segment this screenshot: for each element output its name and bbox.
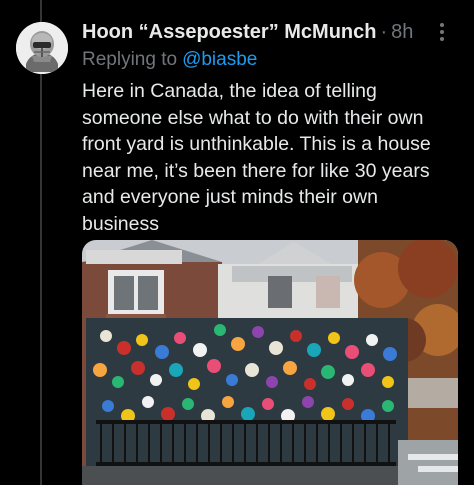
tweet-text-line: Here in Canada, the idea of telling: [82, 80, 377, 102]
author-display-name[interactable]: Hoon “Assepoester” McMunch: [82, 21, 376, 44]
tweet-text-line: near me, it’s been there for like 30 yea…: [82, 159, 430, 182]
tweet-photo[interactable]: [82, 240, 458, 485]
tweet-timestamp[interactable]: 8h: [391, 21, 413, 44]
replying-to: Replying to @biasbe: [82, 47, 257, 73]
tweet-text-line: and everyone just minds their own: [82, 186, 378, 208]
header-separator: ·: [380, 20, 388, 43]
reply-prefix: Replying to: [82, 49, 178, 70]
tweet-header: Hoon “Assepoester” McMunch · 8h: [82, 18, 456, 46]
house-photo-image: [82, 240, 458, 485]
more-vertical-icon: [440, 23, 444, 41]
more-options-button[interactable]: [430, 18, 454, 46]
helmet-avatar-icon: [16, 22, 68, 74]
tweet-text: Here in Canada, the idea of telling some…: [82, 78, 462, 237]
tweet-text-line: someone else what to do with their own: [82, 106, 424, 129]
author-avatar[interactable]: [16, 22, 68, 74]
tweet-text-line: business: [82, 212, 159, 235]
tweet-text-line: front yard is unthinkable. This is a hou…: [82, 133, 431, 155]
reply-handle-link[interactable]: @biasbe: [182, 49, 257, 71]
